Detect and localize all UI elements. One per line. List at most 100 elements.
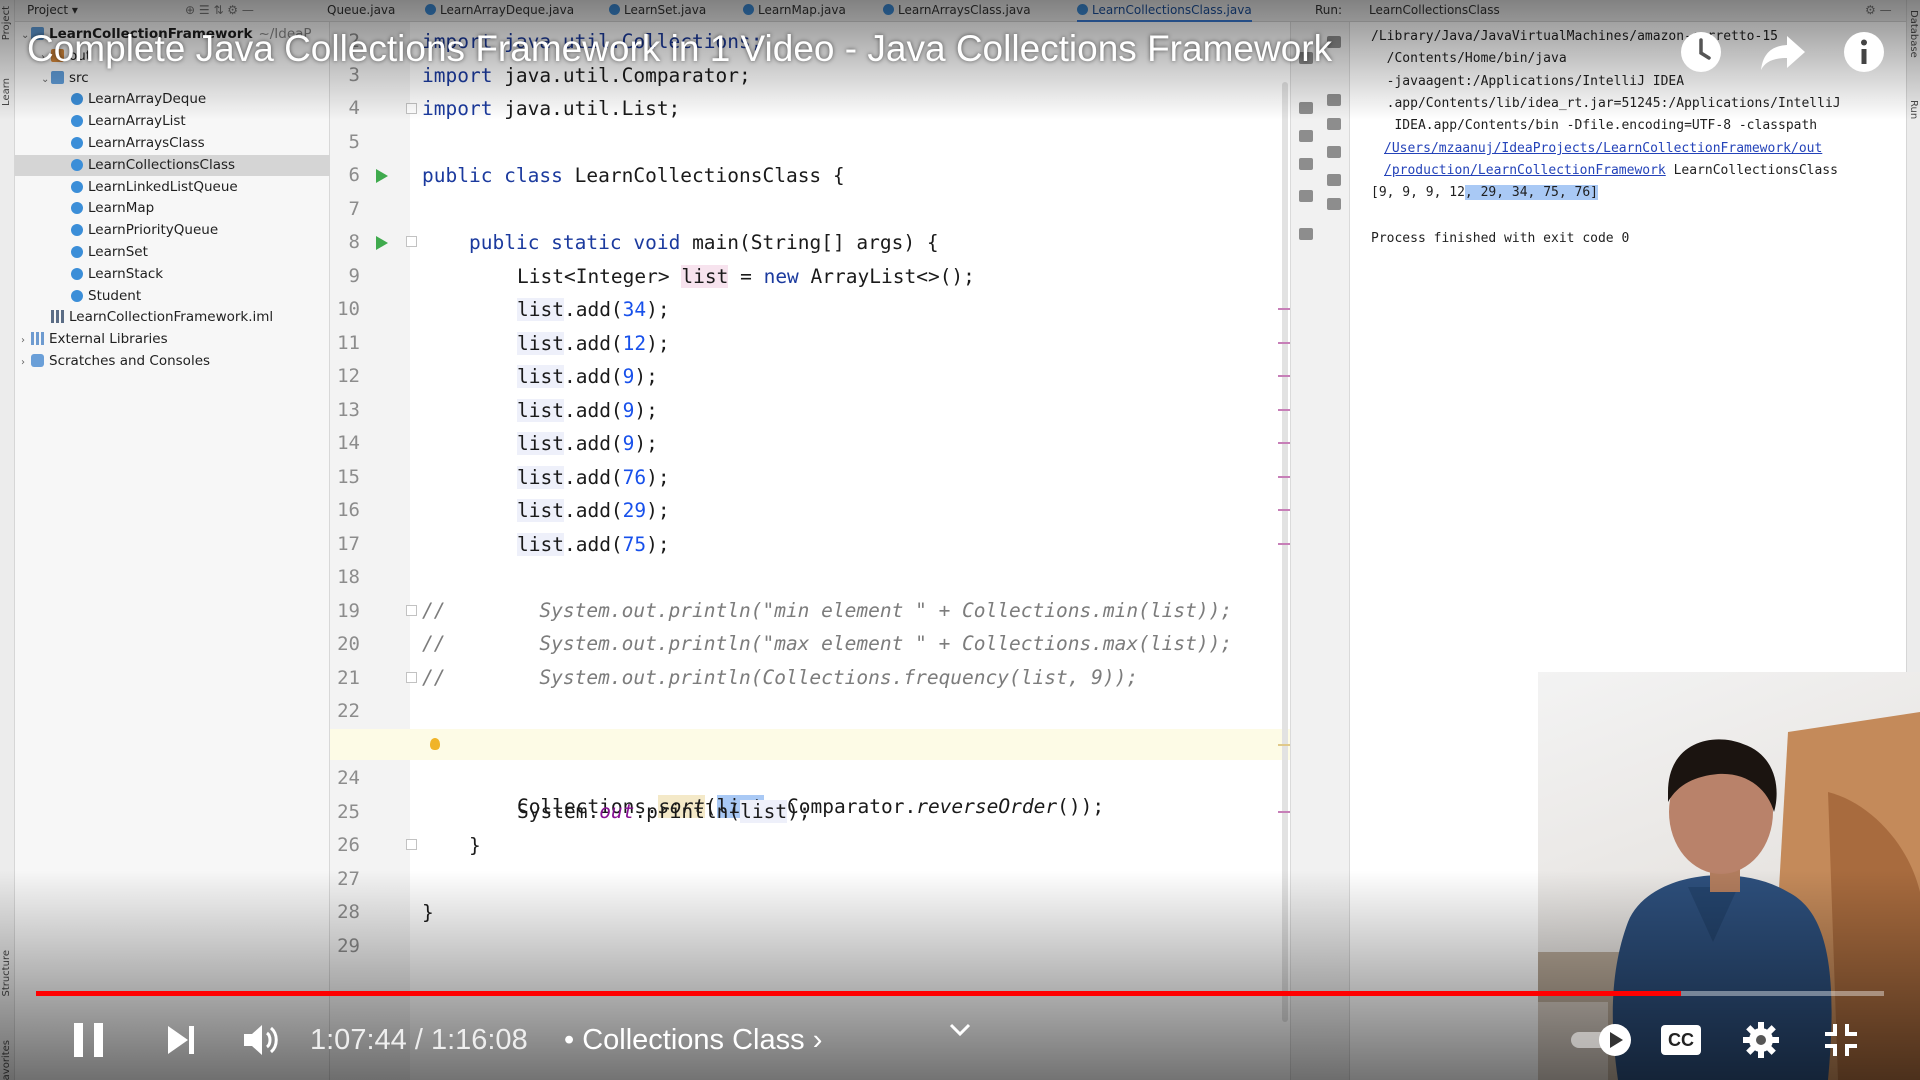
tree-item[interactable]: LearnCollectionsClass [15,154,330,176]
tab-learn-array-deque[interactable]: LearnArrayDeque.java [425,3,574,17]
layout-icon[interactable] [1299,190,1313,202]
code-line-12: list.add(9); [517,365,658,388]
code-line-16: list.add(29); [517,499,670,522]
lightbulb-icon[interactable] [430,738,440,750]
project-tree-panel: ⌄ LearnCollectionFramework ~/IdeaP › out ⌄ src… [15,22,330,1080]
class-icon [743,4,754,15]
tab-learn-collections-class[interactable]: LearnCollectionsClass.java [1077,3,1252,22]
line-number: 5 [348,130,360,153]
fold-icon[interactable] [406,236,417,247]
learn-tool-tab[interactable]: Learn [1,78,12,106]
gear-icon[interactable] [1736,1010,1786,1070]
chapter-title-button[interactable]: • Collections Class › [564,1024,822,1057]
stop-icon[interactable] [1299,102,1313,114]
database-tool-tab[interactable]: Database [1908,10,1919,58]
classpath-link[interactable]: /production/LearnCollectionFramework [1384,163,1666,178]
run-class-icon[interactable] [376,169,388,183]
tree-item[interactable]: LearnPriorityQueue [15,220,330,241]
info-icon[interactable] [1836,24,1892,80]
tree-item[interactable]: Student [15,286,330,307]
fold-icon[interactable] [406,839,417,850]
pause-icon[interactable] [64,1010,114,1070]
run-tool-tab[interactable]: Run [1908,100,1919,119]
code-line-17: list.add(75); [517,532,670,556]
chapter-marker [128,990,131,998]
exit-fullscreen-icon[interactable] [1816,1010,1866,1070]
share-icon[interactable] [1755,24,1811,80]
java-class-icon [71,180,83,193]
tree-item-label: LearnLinkedListQueue [88,178,238,195]
soft-wrap-icon[interactable] [1327,118,1341,130]
structure-tool-tab[interactable]: Structure [1,950,12,997]
chapter-marker [1742,990,1745,998]
tree-item[interactable]: LearnArrayList [15,111,330,132]
tree-item[interactable]: LearnArrayDeque [15,89,330,110]
fold-icon[interactable] [406,103,417,114]
chevron-right-icon[interactable]: › [21,352,31,373]
class-icon [609,4,620,15]
java-class-icon [71,289,83,302]
code-line-28: } [422,901,434,924]
fold-icon[interactable] [406,672,417,683]
chevron-down-icon[interactable]: ⌄ [41,69,51,90]
code-line-26: } [469,834,481,857]
tree-item[interactable]: LearnMap [15,198,330,219]
scroll-end-icon[interactable] [1327,146,1341,158]
java-class-icon [71,115,83,128]
debug-icon[interactable] [1299,158,1313,170]
project-view-dropdown[interactable]: Project ▾ [27,3,78,17]
clock-icon[interactable] [1673,24,1729,80]
java-class-icon [71,267,83,280]
tree-item[interactable]: LearnSet [15,242,330,263]
trash-icon[interactable] [1327,198,1341,210]
tab-learn-set[interactable]: LearnSet.java [609,3,706,17]
tree-item[interactable]: LearnLinkedListQueue [15,177,330,198]
tree-item[interactable]: LearnArraysClass [15,133,330,154]
code-editor[interactable]: 2345678910111213141516171819202122232425… [330,22,1292,1080]
captions-button[interactable]: CC [1656,1010,1706,1070]
fold-icon[interactable] [406,605,417,616]
console-output: [9, 9, 9, 12, 29, 34, 75, 76] [1371,185,1598,200]
run-config-tab[interactable]: LearnCollectionsClass [1369,3,1500,17]
classpath-link[interactable]: /Users/mzaanuj/IdeaProjects/LearnCollect… [1384,141,1822,156]
chapter-bullet: • [564,1024,575,1056]
line-number: 22 [337,700,360,722]
toolbar-icons[interactable]: ⊕ ☰ ⇅ ⚙ — [185,3,254,17]
project-tool-tab[interactable]: Project [1,6,12,40]
time-display: 1:07:44 / 1:16:08 [310,1024,528,1056]
chapter-marker [956,990,959,998]
tree-item[interactable]: LearnCollectionFramework.iml [15,307,330,328]
tree-item[interactable]: › Scratches and Consoles [15,351,330,372]
tree-item[interactable]: ⌄ src [15,68,330,89]
tree-item[interactable]: LearnStack [15,264,330,285]
java-class-icon [71,224,83,237]
volume-icon[interactable] [236,1010,286,1070]
scroll-down-icon[interactable] [1327,94,1341,106]
java-class-icon [71,202,83,215]
line-number: 11 [337,331,360,354]
chapter-marker [376,990,379,998]
gear-icon[interactable]: ⚙ — [1865,3,1892,17]
java-class-icon [71,246,83,258]
chapter-name: Collections Class [582,1024,805,1056]
tree-item-label: LearnArraysClass [88,135,205,151]
code-line-15: list.add(76); [517,465,670,489]
progress-bar[interactable] [36,990,1884,998]
next-icon[interactable] [156,1010,206,1070]
video-title[interactable]: Complete Java Collections Framework in 1… [27,28,1332,70]
line-number: 14 [337,432,360,454]
code-line-4: import java.util.List; [422,97,681,120]
chevron-down-icon[interactable] [940,1000,980,1060]
chevron-right-icon[interactable]: › [21,330,31,351]
editor-scrollbar[interactable] [1282,82,1288,1022]
tab-learn-map[interactable]: LearnMap.java [743,3,846,17]
print-icon[interactable] [1327,174,1341,186]
tab-learn-arrays-class[interactable]: LearnArraysClass.java [883,3,1031,17]
pin-icon[interactable] [1299,228,1313,240]
line-number: 10 [337,298,360,320]
autoplay-toggle[interactable] [1566,1010,1638,1070]
tab-queue[interactable]: Queue.java [327,3,395,17]
run-main-icon[interactable] [376,236,388,250]
tree-item[interactable]: › External Libraries [15,329,330,350]
camera-icon[interactable] [1299,130,1313,142]
